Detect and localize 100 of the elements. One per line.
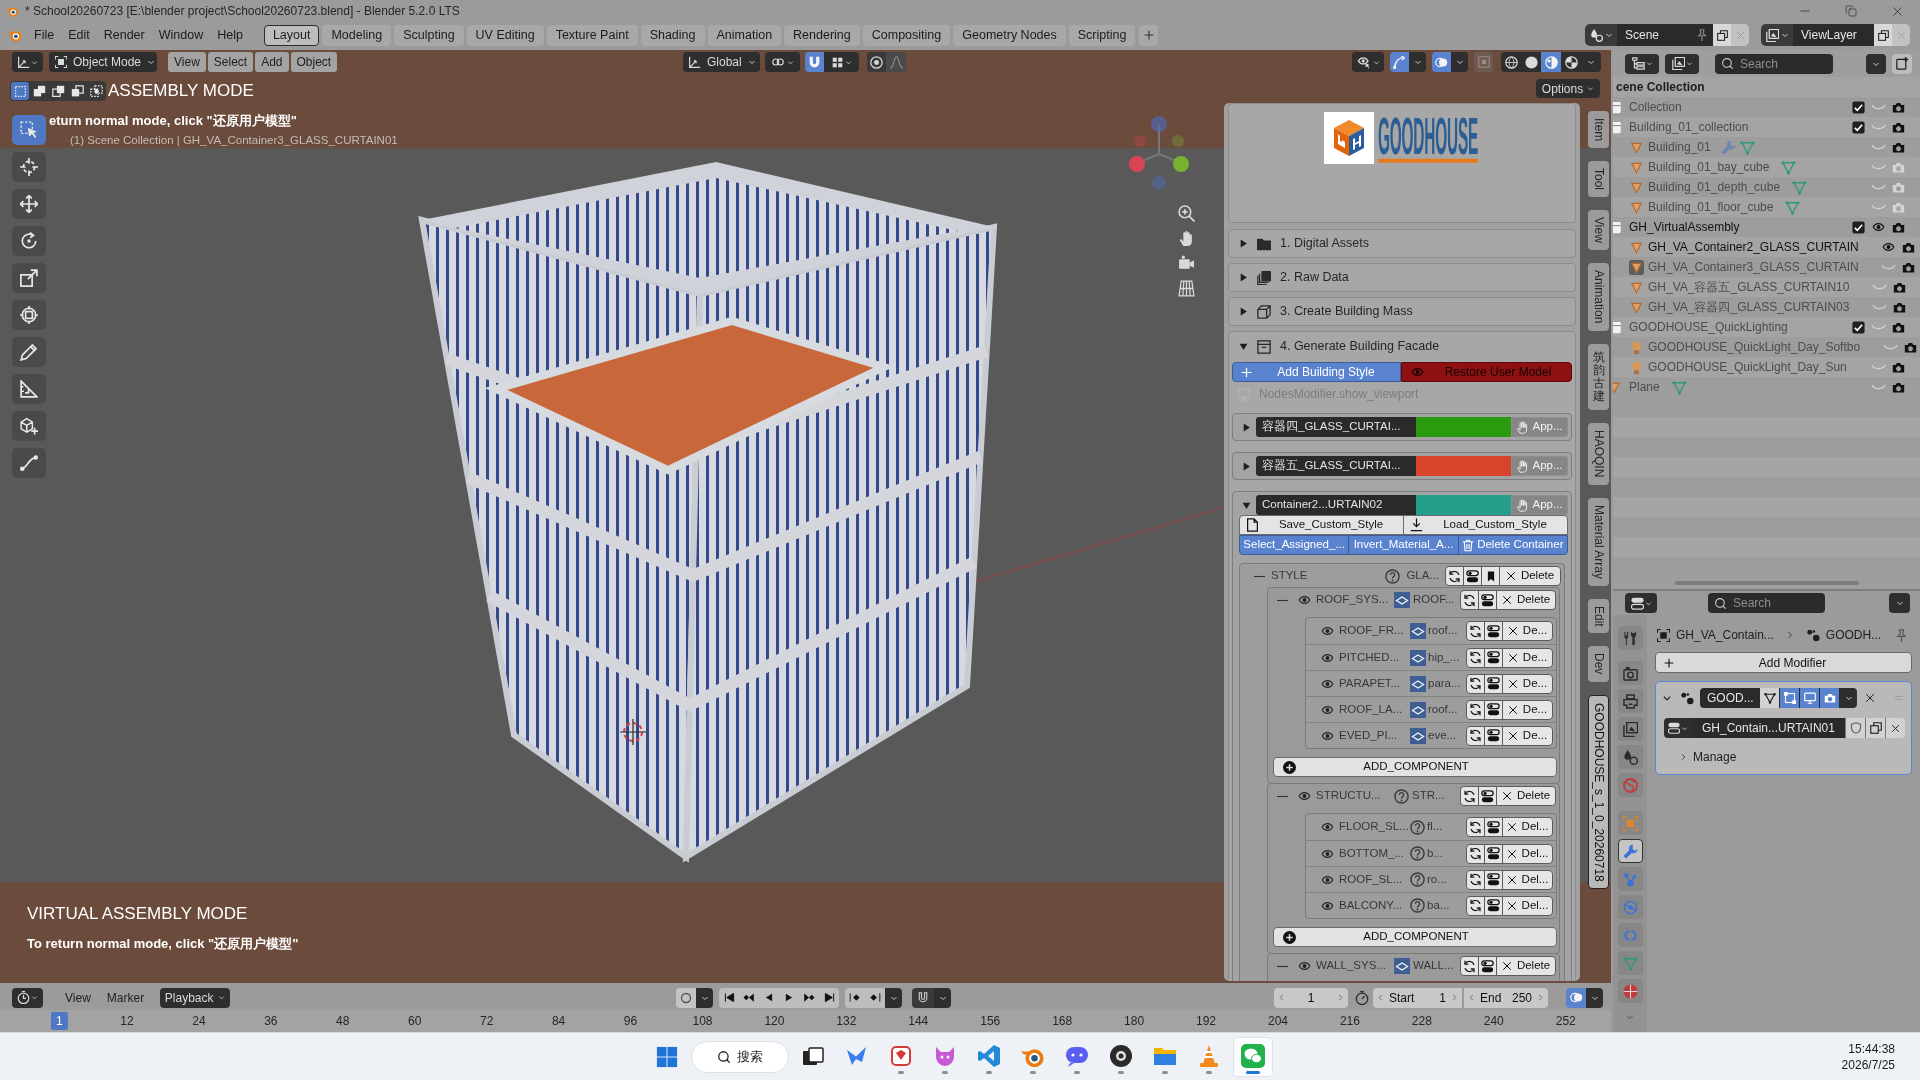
camera-icon[interactable]	[1890, 120, 1906, 134]
menu-item[interactable]: Render	[96, 25, 152, 45]
bookmark-button[interactable]	[1481, 566, 1500, 586]
refresh-button[interactable]	[1466, 725, 1485, 746]
zoom-icon[interactable]	[1177, 205, 1195, 222]
menu-item[interactable]: File	[27, 25, 62, 45]
gizmo-toggle[interactable]	[1390, 52, 1409, 72]
editor-type-button[interactable]	[1625, 593, 1657, 613]
dropdown-button[interactable]	[934, 987, 952, 1008]
eye-icon[interactable]	[1320, 651, 1335, 664]
dropdown-button[interactable]	[696, 987, 714, 1008]
jump-end-button[interactable]	[819, 987, 840, 1008]
toggle-button[interactable]	[1484, 621, 1503, 641]
shading-button[interactable]	[1521, 52, 1541, 72]
eye-icon[interactable]	[1320, 873, 1335, 886]
workspace-tab[interactable]: Animation	[707, 24, 782, 46]
load-style-button[interactable]: Load_Custom_Style	[1403, 515, 1568, 535]
dropdown-button[interactable]	[1889, 593, 1910, 613]
modifier-toggle[interactable]	[1800, 688, 1820, 708]
sidebar-tab[interactable]: Item	[1588, 111, 1609, 149]
header-menu[interactable]: View	[59, 987, 97, 1008]
camera-icon[interactable]	[1890, 100, 1906, 114]
eye-icon[interactable]	[1320, 899, 1335, 912]
tool-button[interactable]	[12, 226, 46, 256]
outliner-item[interactable]: Building_01_floor_cube	[1648, 198, 1774, 216]
refresh-button[interactable]	[1466, 699, 1485, 720]
sidebar-tab[interactable]: View	[1588, 210, 1609, 251]
delete-button[interactable]: Delete	[1496, 590, 1556, 610]
toggle-button[interactable]	[1484, 699, 1503, 720]
delete-button[interactable]: Del...	[1502, 895, 1553, 916]
workspace-tab[interactable]: Modeling	[322, 24, 392, 46]
menu-item[interactable]: Edit	[61, 25, 97, 45]
pin-icon[interactable]	[1895, 628, 1908, 642]
delete-button[interactable]: De...	[1502, 699, 1553, 720]
sidebar-tab[interactable]: 筑韵古建	[1588, 343, 1609, 411]
duplicate-button[interactable]	[1865, 718, 1885, 738]
add-style-button[interactable]: Add Building Style	[1232, 362, 1401, 382]
add-component-button[interactable]: ADD_COMPONENT	[1273, 757, 1557, 777]
playback-dropdown[interactable]: Playback	[160, 987, 231, 1008]
view-layer-type-button[interactable]	[1761, 24, 1793, 46]
eye-icon[interactable]	[1320, 729, 1335, 742]
mode-dropdown[interactable]: Object Mode	[49, 52, 157, 72]
eye-icon[interactable]	[1297, 790, 1312, 802]
toggle-button[interactable]	[1478, 590, 1497, 610]
tool-button[interactable]	[12, 337, 46, 367]
header-menu[interactable]: Add	[255, 52, 289, 72]
view-options-button[interactable]	[1566, 987, 1586, 1008]
select-mode-button[interactable]	[87, 82, 105, 100]
sidebar-tab[interactable]: GOODHOUSE_s_1_0_20260718	[1588, 694, 1609, 890]
add-component-button[interactable]: ADD_COMPONENT	[1273, 927, 1557, 947]
options-dropdown[interactable]: Options	[1536, 79, 1600, 98]
properties-tab[interactable]	[1617, 661, 1643, 685]
workspace-tab[interactable]: Sculpting	[394, 24, 464, 46]
properties-tab[interactable]	[1617, 689, 1643, 713]
orientation-dropdown[interactable]: Global	[683, 52, 760, 72]
properties-tab[interactable]	[1617, 745, 1643, 769]
outliner-item[interactable]: GH_VA_容器五_GLASS_CURTAIN10	[1648, 278, 1850, 296]
camera-icon[interactable]	[1902, 340, 1918, 354]
section-header[interactable]: 4. Generate Building Facade	[1229, 332, 1575, 361]
outliner-item[interactable]: GH_VirtualAssembly	[1629, 218, 1740, 236]
select-mode-button[interactable]	[11, 82, 29, 100]
tool-button[interactable]	[12, 115, 46, 145]
eye-icon[interactable]	[1297, 594, 1312, 606]
view-layer-dropdown[interactable]	[1665, 53, 1699, 74]
triangle-right-icon[interactable]	[1241, 461, 1251, 471]
outliner-item[interactable]: Building_01_bay_cube	[1648, 158, 1770, 176]
record-button[interactable]	[676, 987, 697, 1008]
tool-button[interactable]	[12, 300, 46, 330]
section-header[interactable]: 1. Digital Assets	[1228, 229, 1576, 258]
jump-start-button[interactable]	[719, 987, 740, 1008]
modifier-toggle[interactable]	[1780, 688, 1800, 708]
workspace-tab[interactable]: Scripting	[1068, 24, 1136, 46]
delete-button[interactable]: De...	[1502, 725, 1553, 746]
app-menu-icon[interactable]	[7, 28, 23, 42]
camera-icon[interactable]	[1901, 240, 1917, 254]
delete-button[interactable]: De...	[1502, 673, 1553, 694]
triangle-right-icon[interactable]	[1241, 422, 1251, 432]
sidebar-tab[interactable]: Animation	[1588, 263, 1609, 331]
workspace-tab[interactable]: Compositing	[862, 24, 951, 46]
snap-target-dropdown[interactable]	[824, 52, 859, 72]
delete-button[interactable]: Del...	[1502, 817, 1553, 837]
workspace-tab[interactable]: Texture Paint	[546, 24, 638, 46]
view-layer-name-field[interactable]: ViewLayer	[1793, 24, 1874, 46]
eye-icon[interactable]	[1320, 677, 1335, 690]
delete-button[interactable]: Del...	[1502, 843, 1553, 864]
dropdown-button[interactable]	[1409, 52, 1426, 72]
delete-button[interactable]: Delete	[1496, 786, 1556, 806]
chevron-down-icon[interactable]	[1662, 693, 1672, 703]
tool-button[interactable]	[12, 263, 46, 293]
header-menu[interactable]: Select	[207, 52, 254, 72]
sidebar-tab[interactable]: HAOQIN	[1588, 423, 1609, 485]
camera-icon[interactable]	[1901, 260, 1917, 274]
container-name-field[interactable]: 容器五_GLASS_CURTAI...	[1256, 456, 1416, 476]
eye-icon[interactable]	[1320, 847, 1335, 860]
outliner-item[interactable]: Building_01_collection	[1629, 118, 1749, 136]
checkbox-icon[interactable]	[1851, 120, 1865, 134]
horizontal-scrollbar[interactable]	[1674, 581, 1859, 585]
section-header[interactable]: 3. Create Building Mass	[1228, 297, 1576, 326]
select-mode-button[interactable]	[30, 82, 48, 100]
editor-type-button[interactable]	[12, 987, 43, 1008]
